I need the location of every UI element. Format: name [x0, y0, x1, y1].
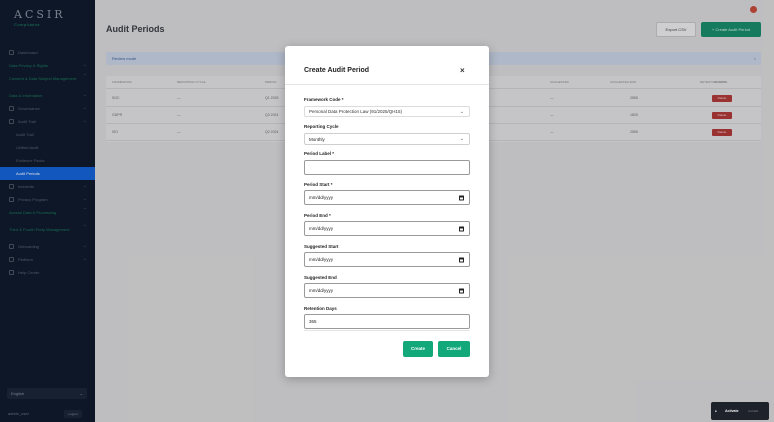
suggested-end-label: Suggested End	[304, 275, 337, 280]
calendar-icon[interactable]	[459, 226, 464, 231]
suggested-start-input[interactable]: mm/dd/yyyy	[304, 252, 470, 267]
create-audit-period-modal: Create Audit Period × Framework Code * P…	[285, 46, 489, 377]
period-end-input[interactable]: mm/dd/yyyy	[304, 221, 470, 236]
period-start-value: mm/dd/yyyy	[309, 195, 334, 200]
suggested-end-input[interactable]: mm/dd/yyyy	[304, 283, 470, 298]
toast-meta: to finish	[748, 409, 759, 413]
framework-code-value: Personal Data Protection Law (91/2025/QH…	[309, 109, 403, 114]
period-label-input[interactable]	[304, 160, 470, 175]
windows-icon: ■	[715, 409, 717, 413]
modal-title: Create Audit Period	[304, 67, 370, 74]
chevron-down-icon: ⌄	[459, 108, 464, 115]
toast-label: Activate	[725, 409, 739, 413]
divider	[285, 84, 489, 85]
calendar-icon[interactable]	[459, 257, 464, 262]
suggested-end-value: mm/dd/yyyy	[309, 288, 334, 293]
calendar-icon[interactable]	[459, 195, 464, 200]
divider	[304, 330, 470, 331]
activation-toast[interactable]: ■ Activate to finish	[711, 402, 769, 420]
reporting-cycle-label: Reporting Cycle	[304, 124, 339, 129]
period-start-label: Period Start *	[304, 182, 333, 187]
calendar-icon[interactable]	[459, 288, 464, 293]
suggested-start-label: Suggested Start	[304, 244, 339, 249]
period-start-input[interactable]: mm/dd/yyyy	[304, 190, 470, 205]
close-icon[interactable]: ×	[460, 66, 465, 75]
reporting-cycle-select[interactable]: Monthly ⌄	[304, 133, 470, 145]
period-end-value: mm/dd/yyyy	[309, 226, 334, 231]
reporting-cycle-value: Monthly	[309, 136, 325, 142]
retention-days-input[interactable]: 365	[304, 314, 470, 329]
framework-code-label: Framework Code *	[304, 97, 344, 102]
period-label-label: Period Label *	[304, 151, 335, 156]
suggested-start-value: mm/dd/yyyy	[309, 257, 334, 262]
create-button[interactable]: Create	[403, 341, 433, 357]
period-end-label: Period End *	[304, 213, 331, 218]
chevron-down-icon: ⌄	[459, 136, 464, 142]
framework-code-select[interactable]: Personal Data Protection Law (91/2025/QH…	[304, 106, 470, 117]
retention-days-value: 365	[309, 319, 317, 324]
retention-days-label: Retention Days	[304, 306, 337, 311]
cancel-button[interactable]: Cancel	[438, 341, 470, 357]
